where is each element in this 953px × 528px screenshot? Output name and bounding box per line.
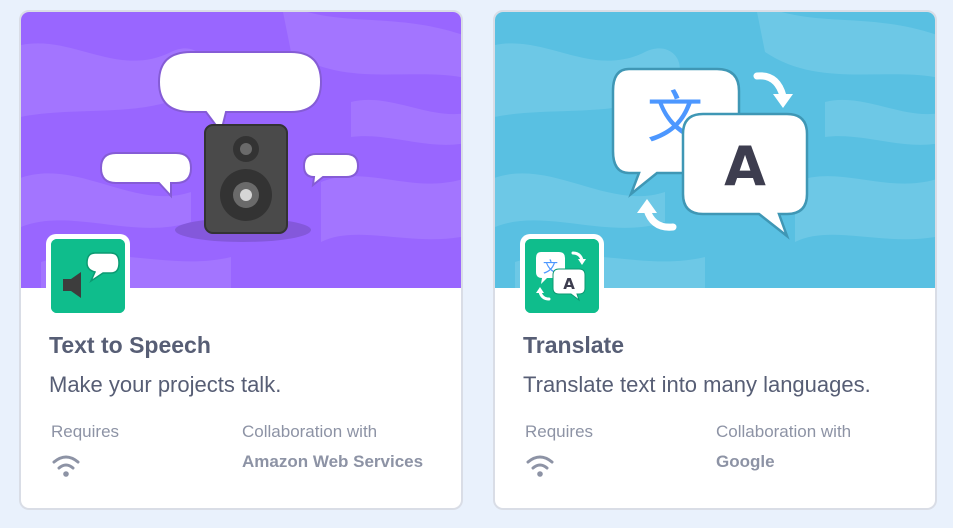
collaborator-name: Google (716, 452, 775, 471)
collaboration-label: Collaboration with (716, 422, 852, 441)
extension-title: Text to Speech (49, 332, 211, 358)
extension-description: Make your projects talk. (49, 372, 282, 397)
extension-library-grid: Text to Speech Make your projects talk. … (0, 0, 953, 528)
extension-title: Translate (523, 332, 624, 358)
extension-card-translate[interactable]: 文 A 文 A Translate Translate text into ma… (493, 10, 937, 510)
wifi-icon (52, 455, 80, 477)
svg-text:A: A (563, 275, 575, 293)
requires-label: Requires (525, 422, 594, 441)
extension-icon-tile: 文 A (520, 234, 604, 318)
collaboration-label: Collaboration with (242, 422, 378, 441)
extension-icon-tile (46, 234, 130, 318)
translate-icon: 文 A (525, 239, 599, 313)
extension-card-text-to-speech[interactable]: Text to Speech Make your projects talk. … (19, 10, 463, 510)
collaborator-name: Amazon Web Services (242, 452, 424, 471)
speaker-icon (204, 124, 288, 234)
text-to-speech-icon (51, 239, 125, 313)
wifi-icon (526, 455, 554, 477)
extension-description: Translate text into many languages. (523, 372, 871, 397)
svg-text:A: A (724, 135, 766, 198)
requires-label: Requires (51, 422, 120, 441)
